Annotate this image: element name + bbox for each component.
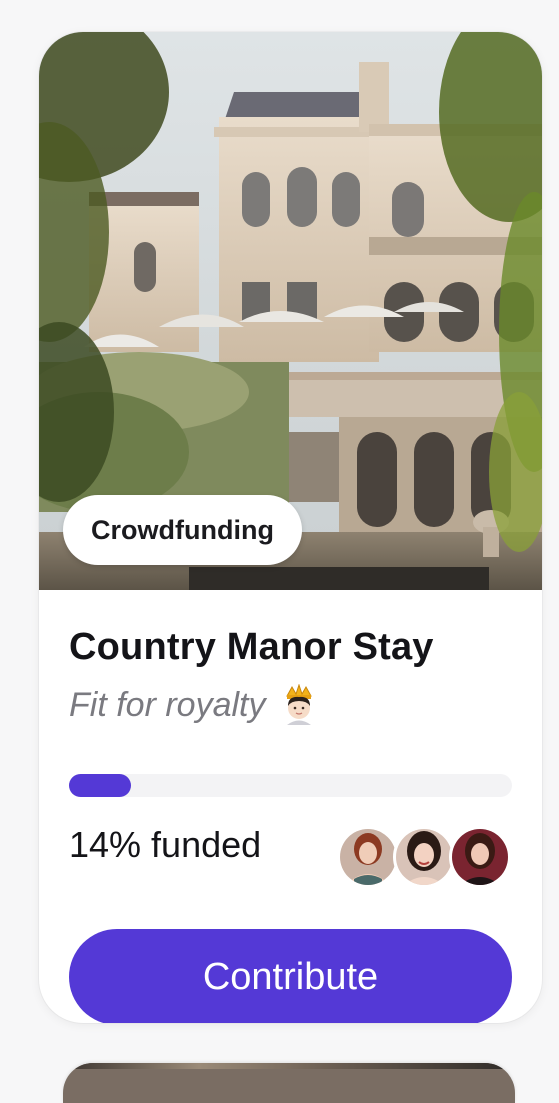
funded-percentage: 14% funded [69, 824, 262, 865]
contributor-avatar-1 [337, 826, 399, 888]
campaign-subtitle: Fit for royalty [69, 683, 319, 726]
progress-fill [69, 774, 132, 797]
progress-bar [69, 774, 512, 797]
contributor-avatar-3 [449, 826, 511, 888]
contribute-button[interactable]: Contribute [69, 929, 512, 1023]
contributor-avatar-2 [393, 826, 455, 888]
campaign-card[interactable]: Crowdfunding Country Manor Stay Fit for … [39, 32, 542, 1023]
category-tag: Crowdfunding [63, 495, 302, 565]
crown-person-emoji-icon [279, 683, 319, 726]
contributor-avatars [337, 826, 517, 888]
next-campaign-card-peek[interactable] [63, 1063, 515, 1103]
manor-photo: Crowdfunding [39, 32, 542, 590]
subtitle-text: Fit for royalty [69, 685, 266, 724]
campaign-title: Country Manor Stay [69, 626, 434, 668]
